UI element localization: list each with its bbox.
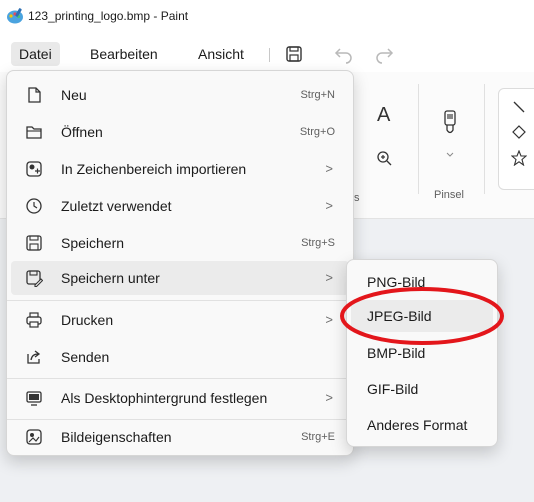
submenu-item-label: Anderes Format [367,417,468,433]
submenu-item-label: BMP-Bild [367,345,426,361]
submenu-item-label: JPEG-Bild [367,308,432,324]
menu-file[interactable]: Datei [11,42,60,66]
save-icon[interactable] [282,42,306,66]
submenu-item-other-format[interactable]: Anderes Format [351,409,493,441]
menu-item-label: Zuletzt verwendet [61,198,172,214]
brush-icon[interactable] [442,110,458,136]
menu-view[interactable]: Ansicht [190,42,252,66]
menu-bar: Datei Bearbeiten Ansicht [0,34,534,72]
menu-item-label: In Zeichenbereich importieren [61,161,247,177]
undo-icon[interactable] [332,42,356,66]
window-title: 123_printing_logo.bmp - Paint [28,9,189,23]
menu-item-print[interactable]: Drucken > [11,303,349,337]
zoom-icon[interactable] [376,150,392,166]
line-shape-icon[interactable] [512,100,526,114]
submenu-item-label: GIF-Bild [367,381,419,397]
shortcut-text: Strg+N [300,89,335,101]
save-as-icon [26,270,43,287]
share-icon [27,350,41,364]
shortcut-text: Strg+S [301,237,335,249]
ribbon-separator [484,84,485,194]
menu-item-label: Als Desktophintergrund festlegen [61,390,268,406]
chevron-right-icon: > [325,161,333,176]
menu-item-label: Bildeigenschaften [61,429,172,445]
chevron-right-icon: > [325,312,333,327]
star-shape-icon[interactable] [511,150,527,166]
menu-item-label: Speichern unter [61,270,160,286]
chevron-right-icon: > [325,270,333,285]
paint-app-icon [7,8,23,24]
menu-edit[interactable]: Bearbeiten [82,42,166,66]
shortcut-text: Strg+O [299,126,335,138]
title-bar: 123_printing_logo.bmp - Paint [0,0,534,34]
menu-item-label: Öffnen [61,124,103,140]
menu-item-new[interactable]: Neu Strg+N [11,78,349,112]
menu-item-share[interactable]: Senden [11,340,349,374]
brushes-group-label: Pinsel [434,189,464,201]
menu-separator [7,300,353,301]
save-as-submenu: PNG-Bild JPEG-Bild BMP-Bild GIF-Bild And… [346,259,498,447]
ribbon-separator [418,84,419,194]
file-menu: Neu Strg+N Öffnen Strg+O In Zeichenberei… [6,70,354,456]
submenu-item-bmp[interactable]: BMP-Bild [351,337,493,369]
redo-icon[interactable] [372,42,396,66]
menubar-separator [269,48,270,62]
chevron-down-icon[interactable] [446,152,454,158]
submenu-item-label: PNG-Bild [367,274,426,290]
folder-icon [26,126,42,139]
menu-item-label: Drucken [61,312,114,328]
desktop-background-icon [26,391,42,406]
menu-item-set-desktop-background[interactable]: Als Desktophintergrund festlegen > [11,381,349,415]
chevron-right-icon: > [325,198,333,213]
menu-item-label: Senden [61,349,110,365]
menu-item-save-as[interactable]: Speichern unter > [11,261,349,295]
save-icon [26,235,42,251]
ribbon-group-label-partial: s [354,192,360,204]
menu-item-open[interactable]: Öffnen Strg+O [11,115,349,149]
menu-item-image-properties[interactable]: Bildeigenschaften Strg+E [11,420,349,454]
printer-icon [26,312,42,328]
menu-item-recent[interactable]: Zuletzt verwendet > [11,189,349,223]
new-file-icon [28,87,41,103]
submenu-item-png[interactable]: PNG-Bild [351,266,493,298]
menu-item-import-to-canvas[interactable]: In Zeichenbereich importieren > [11,152,349,186]
clock-icon [26,198,42,214]
menu-item-save[interactable]: Speichern Strg+S [11,226,349,260]
menu-separator [7,378,353,379]
submenu-item-gif[interactable]: GIF-Bild [351,373,493,405]
shortcut-text: Strg+E [301,431,335,443]
import-image-icon [26,161,42,177]
diamond-shape-icon[interactable] [512,125,526,139]
image-properties-icon [26,429,42,445]
text-tool-icon[interactable]: A [377,104,390,127]
submenu-item-jpeg[interactable]: JPEG-Bild [351,300,493,332]
menu-item-label: Neu [61,87,87,103]
menu-item-label: Speichern [61,235,125,251]
chevron-right-icon: > [325,390,333,405]
